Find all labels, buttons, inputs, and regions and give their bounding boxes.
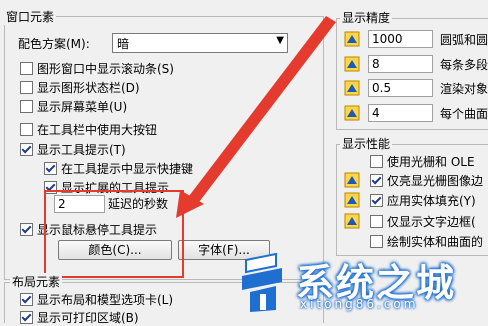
performance-icon: [344, 192, 360, 208]
option-raster-frame[interactable]: 仅亮显光栅图像边: [370, 171, 483, 189]
option-label: 应用实体填充(Y): [387, 193, 476, 208]
precision-label-row: 渲染对象: [440, 79, 488, 97]
option-printable-area[interactable]: 显示可打印区域(B): [20, 308, 139, 326]
precision-input[interactable]: 8: [368, 55, 433, 73]
option-label: 显示可打印区域(B): [37, 310, 139, 325]
checkbox[interactable]: [20, 310, 33, 324]
performance-icon: [344, 172, 360, 188]
checkbox[interactable]: [370, 154, 383, 168]
precision-icon: [344, 105, 360, 121]
option-layout-tabs[interactable]: 显示布局和模型选项卡(L): [20, 290, 173, 308]
precision-icon: [344, 31, 360, 47]
precision-label-row: 每个曲面: [440, 104, 488, 122]
precision-input[interactable]: 0.5: [368, 79, 433, 97]
precision-label-row: 每条多段: [440, 55, 488, 73]
precision-input[interactable]: 1000: [368, 30, 433, 48]
watermark-logo-icon: [242, 252, 282, 312]
option-solid-fill[interactable]: 应用实体填充(Y): [370, 191, 476, 209]
option-text-boundary[interactable]: 仅显示文字边框(: [370, 212, 476, 230]
performance-icon: [344, 213, 360, 229]
checkbox[interactable]: [370, 193, 383, 207]
display-performance-title: 显示性能: [340, 135, 393, 152]
precision-label: 渲染对象: [440, 81, 488, 96]
option-raster-ole[interactable]: 使用光栅和 OLE: [370, 152, 475, 170]
precision-label: 每个曲面: [440, 106, 488, 121]
precision-label-row: 圆弧和圆: [440, 30, 488, 48]
option-draw-silhouettes[interactable]: 绘制实体和曲面的: [370, 232, 483, 250]
precision-label: 圆弧和圆: [440, 32, 488, 47]
checkbox[interactable]: [370, 214, 383, 228]
precision-input[interactable]: 4: [368, 104, 433, 122]
checkbox[interactable]: [370, 234, 383, 248]
watermark-url: xitong86.com: [300, 297, 419, 311]
option-label: 绘制实体和曲面的: [387, 234, 484, 249]
option-label: 仅亮显光栅图像边: [387, 173, 484, 188]
option-label: 显示布局和模型选项卡(L): [37, 292, 174, 307]
option-label: 仅显示文字边框(: [387, 214, 476, 229]
precision-icon: [344, 80, 360, 96]
checkbox[interactable]: [370, 173, 383, 187]
option-label: 使用光栅和 OLE: [387, 154, 475, 169]
precision-label: 每条多段: [440, 57, 488, 72]
checkbox[interactable]: [20, 292, 33, 306]
display-precision-title: 显示精度: [340, 9, 393, 26]
layout-elements-title: 布局元素: [10, 273, 63, 290]
precision-icon: [344, 56, 360, 72]
